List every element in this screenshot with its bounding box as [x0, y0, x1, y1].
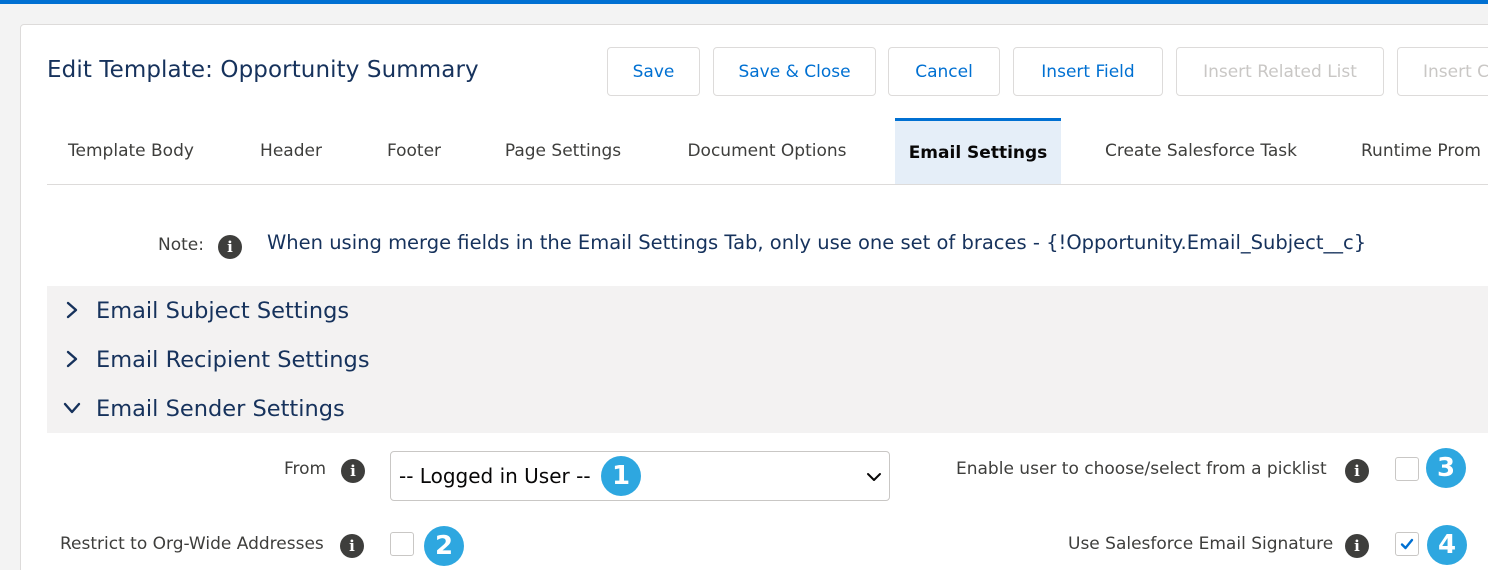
callout-badge-3: 3 — [1426, 448, 1466, 488]
info-icon[interactable]: i — [1345, 534, 1369, 558]
callout-badge-2: 2 — [424, 526, 464, 566]
chevron-right-icon — [66, 301, 78, 319]
insert-overflow-button[interactable]: Insert C — [1397, 47, 1488, 96]
email-signature-checkbox[interactable] — [1395, 532, 1419, 556]
info-icon[interactable]: i — [341, 459, 365, 483]
note-label: Note: — [158, 235, 204, 255]
restrict-org-wide-label: Restrict to Org-Wide Addresses — [60, 534, 324, 554]
section-email-sender-settings[interactable]: Email Sender Settings — [47, 384, 1488, 433]
note-text: When using merge fields in the Email Set… — [267, 231, 1367, 254]
from-label: From — [284, 459, 327, 479]
tab-create-salesforce-task[interactable]: Create Salesforce Task — [1094, 118, 1308, 184]
tab-footer[interactable]: Footer — [367, 118, 461, 184]
from-select-value: -- Logged in User -- — [399, 464, 591, 488]
template-tabs: Template Body Header Footer Page Setting… — [47, 118, 1488, 185]
save-close-button[interactable]: Save & Close — [713, 47, 876, 96]
page-title: Edit Template: Opportunity Summary — [47, 57, 479, 83]
tab-runtime-prompts[interactable]: Runtime Prom — [1343, 118, 1488, 184]
insert-related-list-button[interactable]: Insert Related List — [1176, 47, 1384, 96]
tab-page-settings[interactable]: Page Settings — [492, 118, 634, 184]
chevron-down-icon — [867, 473, 881, 481]
tab-header[interactable]: Header — [241, 118, 341, 184]
picklist-checkbox[interactable] — [1395, 457, 1419, 481]
info-icon[interactable]: i — [1345, 459, 1369, 483]
info-icon[interactable]: i — [340, 534, 364, 558]
checkmark-icon — [1400, 538, 1414, 550]
section-email-subject-settings[interactable]: Email Subject Settings — [47, 286, 1488, 335]
info-icon: i — [218, 235, 242, 259]
insert-field-button[interactable]: Insert Field — [1013, 47, 1163, 96]
section-title: Email Recipient Settings — [96, 346, 370, 373]
callout-badge-4: 4 — [1427, 525, 1467, 565]
picklist-label: Enable user to choose/select from a pick… — [956, 459, 1327, 479]
chevron-down-icon — [63, 402, 81, 414]
callout-badge-1: 1 — [601, 456, 641, 496]
restrict-org-wide-checkbox[interactable] — [390, 532, 414, 556]
tab-template-body[interactable]: Template Body — [47, 118, 215, 184]
top-accent-bar — [0, 0, 1488, 4]
save-button[interactable]: Save — [607, 47, 700, 96]
tab-email-settings[interactable]: Email Settings — [895, 118, 1061, 184]
section-email-recipient-settings[interactable]: Email Recipient Settings — [47, 335, 1488, 384]
cancel-button[interactable]: Cancel — [888, 47, 1000, 96]
section-title: Email Subject Settings — [96, 297, 350, 324]
section-title: Email Sender Settings — [96, 395, 345, 422]
email-signature-label: Use Salesforce Email Signature — [1068, 534, 1334, 554]
tab-document-options[interactable]: Document Options — [667, 118, 867, 184]
chevron-right-icon — [66, 350, 78, 368]
